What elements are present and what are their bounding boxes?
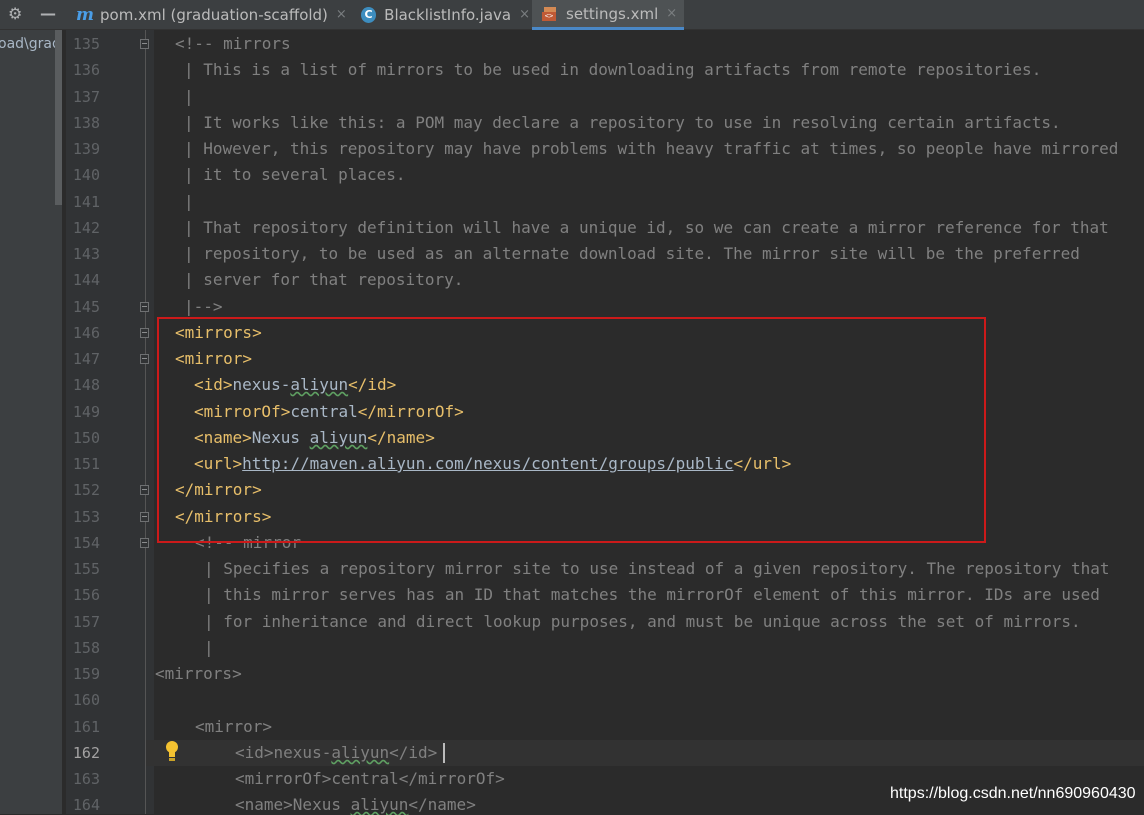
line-number: 160	[72, 691, 100, 709]
xml-text: nexus-	[273, 743, 332, 762]
code-line-current[interactable]: <id>nexus-aliyun</id>	[235, 743, 437, 763]
code-line[interactable]: |	[204, 638, 214, 658]
code-line[interactable]: | for inheritance and direct lookup purp…	[204, 612, 1081, 632]
java-class-icon: C	[361, 6, 377, 23]
line-number: 157	[72, 613, 100, 631]
xml-tag: <name>	[235, 795, 293, 814]
code-line[interactable]: <mirrors>	[155, 664, 242, 684]
line-number: 144	[72, 271, 100, 289]
line-number: 140	[72, 166, 100, 184]
tab-label: settings.xml	[566, 4, 659, 23]
fold-marker-icon[interactable]	[140, 302, 149, 312]
watermark-text: https://blog.csdn.net/nn690960430	[890, 785, 1136, 802]
code-line[interactable]: | this mirror serves has an ID that matc…	[204, 585, 1100, 605]
gear-icon[interactable]: ⚙	[8, 5, 22, 23]
line-number: 164	[72, 796, 100, 814]
code-line[interactable]: | That repository definition will have a…	[184, 218, 1109, 238]
xml-tag: <mirrorOf>	[235, 769, 332, 788]
line-number: 154	[72, 534, 100, 552]
code-line[interactable]: | This is a list of mirrors to be used i…	[184, 60, 1041, 80]
line-number: 136	[72, 61, 100, 79]
fold-marker-icon[interactable]	[140, 485, 149, 495]
xml-tag: </mirrorOf>	[398, 769, 505, 788]
code-line[interactable]: | it to several places.	[184, 165, 406, 185]
project-panel[interactable]: oad\grad	[0, 30, 62, 814]
fold-marker-icon[interactable]	[140, 538, 149, 548]
line-number: 161	[72, 718, 100, 736]
code-line[interactable]: | repository, to be used as an alternate…	[184, 244, 1080, 264]
line-number: 146	[72, 324, 100, 342]
line-number: 152	[72, 481, 100, 499]
xml-tag: </id>	[389, 743, 438, 762]
code-line[interactable]: | However, this repository may have prob…	[184, 139, 1118, 159]
close-icon[interactable]: ×	[666, 6, 677, 21]
lightbulb-icon[interactable]	[164, 741, 180, 763]
code-line[interactable]: <name>Nexus aliyun</name>	[235, 795, 476, 815]
fold-marker-icon[interactable]	[140, 39, 149, 49]
line-number: 139	[72, 140, 100, 158]
code-line[interactable]: <mirrorOf>central</mirrorOf>	[235, 769, 505, 789]
maven-m-icon: m	[76, 4, 94, 25]
line-number: 153	[72, 508, 100, 526]
line-number: 163	[72, 770, 100, 788]
code-line[interactable]: | It works like this: a POM may declare …	[184, 113, 1061, 133]
line-number-current: 162	[72, 744, 100, 762]
line-number: 138	[72, 114, 100, 132]
line-number: 145	[72, 298, 100, 316]
tab-label: pom.xml (graduation-scaffold)	[100, 5, 328, 24]
code-line[interactable]: | server for that repository.	[184, 270, 463, 290]
line-number: 159	[72, 665, 100, 683]
code-line[interactable]: | Specifies a repository mirror site to …	[204, 559, 1109, 579]
gutter-divider	[145, 30, 146, 814]
line-number: 147	[72, 350, 100, 368]
code-line[interactable]: |	[184, 192, 194, 212]
editor-tab-bar: ⚙ — m pom.xml (graduation-scaffold) × C …	[0, 0, 1144, 30]
project-scrollbar[interactable]	[55, 30, 62, 205]
tab-blacklistinfo-java[interactable]: C BlacklistInfo.java ×	[358, 0, 530, 29]
project-path-label[interactable]: oad\grad	[0, 36, 61, 52]
xml-text: central	[331, 769, 399, 788]
line-number: 137	[72, 88, 100, 106]
tab-label: BlacklistInfo.java	[384, 5, 512, 24]
fold-marker-icon[interactable]	[140, 328, 149, 338]
line-number: 141	[72, 193, 100, 211]
annotation-highlight-box	[157, 317, 986, 543]
close-icon[interactable]: ×	[519, 7, 530, 22]
tab-settings-xml[interactable]: <> settings.xml ×	[532, 0, 684, 30]
code-line[interactable]: <!-- mirrors	[175, 34, 291, 54]
code-line[interactable]: |	[184, 87, 194, 107]
text-caret	[443, 743, 445, 763]
line-number: 150	[72, 429, 100, 447]
typo-text: aliyun	[331, 743, 390, 762]
xml-file-icon: <>	[542, 6, 560, 21]
line-number: 158	[72, 639, 100, 657]
code-line[interactable]: |-->	[184, 297, 223, 317]
close-icon[interactable]: ×	[336, 7, 347, 22]
fold-marker-icon[interactable]	[140, 512, 149, 522]
line-number: 156	[72, 586, 100, 604]
line-number: 148	[72, 376, 100, 394]
xml-tag: <id>	[235, 743, 274, 762]
line-number: 151	[72, 455, 100, 473]
xml-text: Nexus	[292, 795, 351, 814]
fold-marker-icon[interactable]	[140, 354, 149, 364]
xml-tag: </name>	[408, 795, 476, 814]
line-number: 149	[72, 403, 100, 421]
minus-icon[interactable]: —	[40, 5, 56, 23]
tab-pom-xml[interactable]: m pom.xml (graduation-scaffold) ×	[72, 0, 357, 29]
line-number: 143	[72, 245, 100, 263]
line-number: 142	[72, 219, 100, 237]
line-number: 155	[72, 560, 100, 578]
typo-text: aliyun	[350, 795, 409, 814]
line-number: 135	[72, 35, 100, 53]
code-line[interactable]: <mirror>	[195, 717, 272, 737]
